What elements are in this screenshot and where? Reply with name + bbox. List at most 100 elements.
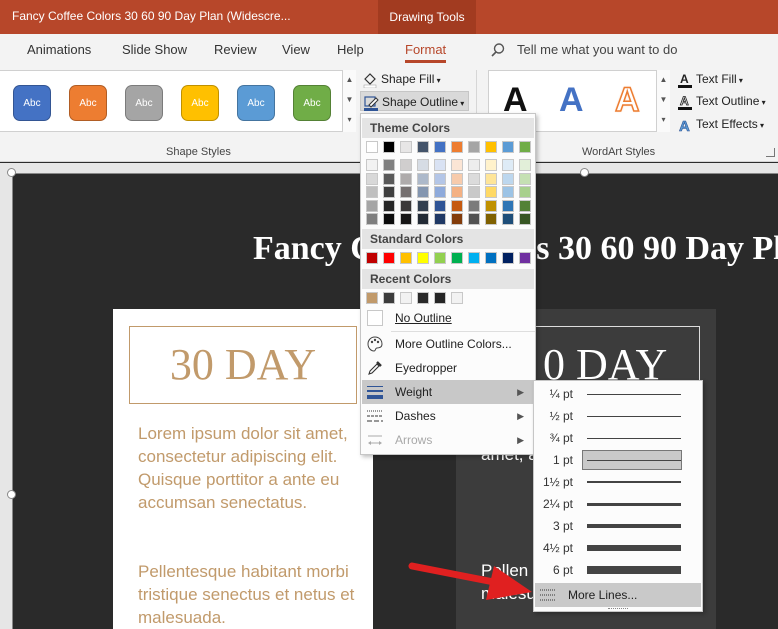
standard-color-swatch[interactable] bbox=[468, 252, 480, 264]
tab-view[interactable]: View bbox=[282, 42, 310, 57]
standard-color-swatch[interactable] bbox=[417, 252, 429, 264]
theme-shade-swatch[interactable] bbox=[519, 199, 531, 212]
theme-shade-swatch[interactable] bbox=[519, 213, 531, 225]
theme-shade-swatch[interactable] bbox=[383, 172, 395, 185]
standard-color-swatch[interactable] bbox=[383, 252, 395, 264]
theme-color-swatch[interactable] bbox=[468, 141, 480, 153]
standard-color-swatch[interactable] bbox=[400, 252, 412, 264]
wordart-scroll[interactable]: ▲ ▼ ▾ bbox=[656, 70, 670, 132]
theme-shade-swatch[interactable] bbox=[485, 159, 497, 171]
theme-color-swatch[interactable] bbox=[366, 141, 378, 153]
theme-shade-swatch[interactable] bbox=[417, 199, 429, 212]
theme-shade-swatch[interactable] bbox=[434, 186, 446, 198]
tab-animations[interactable]: Animations bbox=[27, 42, 91, 57]
theme-shade-swatch[interactable] bbox=[519, 159, 531, 171]
tab-review[interactable]: Review bbox=[214, 42, 257, 57]
more-outline-colors-item[interactable]: More Outline Colors... bbox=[362, 332, 534, 356]
theme-shade-swatch[interactable] bbox=[468, 159, 480, 171]
theme-shade-swatch[interactable] bbox=[451, 186, 463, 198]
shape-style-3[interactable]: Abc bbox=[125, 85, 163, 121]
selection-handle[interactable] bbox=[7, 490, 16, 499]
theme-shade-swatch[interactable] bbox=[502, 199, 514, 212]
theme-color-swatch[interactable] bbox=[485, 141, 497, 153]
theme-shade-swatch[interactable] bbox=[383, 159, 395, 171]
standard-color-swatch[interactable] bbox=[485, 252, 497, 264]
theme-shade-swatch[interactable] bbox=[519, 186, 531, 198]
eyedropper-item[interactable]: Eyedropper bbox=[362, 356, 534, 380]
theme-shade-swatch[interactable] bbox=[451, 172, 463, 185]
text-fill-button[interactable]: A Text Fill ▾ bbox=[677, 69, 743, 89]
shape-styles-scroll[interactable]: ▲ ▼ ▾ bbox=[342, 70, 356, 132]
arrows-item[interactable]: Arrows ▶ bbox=[362, 428, 534, 452]
tab-format[interactable]: Format bbox=[405, 42, 447, 63]
theme-shade-swatch[interactable] bbox=[468, 213, 480, 225]
wordart-style-orange[interactable]: A bbox=[614, 80, 640, 120]
gallery-expand-icon[interactable]: ▾ bbox=[657, 110, 670, 130]
theme-shade-swatch[interactable] bbox=[417, 213, 429, 225]
theme-shade-swatch[interactable] bbox=[417, 186, 429, 198]
standard-color-swatch[interactable] bbox=[502, 252, 514, 264]
theme-shade-swatch[interactable] bbox=[400, 172, 412, 185]
weight-option[interactable]: ½ pt bbox=[535, 405, 701, 427]
scroll-down-icon[interactable]: ▼ bbox=[657, 90, 670, 110]
gallery-expand-icon[interactable]: ▾ bbox=[343, 110, 356, 130]
theme-shade-swatch[interactable] bbox=[400, 159, 412, 171]
shape-fill-button[interactable]: Shape Fill ▾ bbox=[362, 69, 441, 89]
no-outline-item[interactable]: No Outline bbox=[362, 306, 534, 330]
shape-style-5[interactable]: Abc bbox=[237, 85, 275, 121]
theme-shade-swatch[interactable] bbox=[485, 172, 497, 185]
weight-item[interactable]: Weight ▶ bbox=[362, 380, 534, 404]
theme-shade-swatch[interactable] bbox=[451, 159, 463, 171]
theme-shade-swatch[interactable] bbox=[451, 213, 463, 225]
weight-option[interactable]: 6 pt bbox=[535, 559, 701, 581]
standard-color-swatch[interactable] bbox=[366, 252, 378, 264]
tell-me-search[interactable]: Tell me what you want to do bbox=[517, 42, 677, 57]
tab-slide-show[interactable]: Slide Show bbox=[122, 42, 187, 57]
theme-shade-swatch[interactable] bbox=[400, 213, 412, 225]
shape-style-6[interactable]: Abc bbox=[293, 85, 331, 121]
tab-help[interactable]: Help bbox=[337, 42, 364, 57]
theme-shade-swatch[interactable] bbox=[400, 186, 412, 198]
theme-shade-swatch[interactable] bbox=[502, 172, 514, 185]
theme-color-swatch[interactable] bbox=[383, 141, 395, 153]
theme-color-swatch[interactable] bbox=[434, 141, 446, 153]
standard-color-swatch[interactable] bbox=[451, 252, 463, 264]
standard-color-swatch[interactable] bbox=[434, 252, 446, 264]
weight-option[interactable]: 1 pt bbox=[535, 449, 701, 471]
theme-shade-swatch[interactable] bbox=[468, 172, 480, 185]
theme-shade-swatch[interactable] bbox=[434, 159, 446, 171]
recent-color-swatch[interactable] bbox=[417, 292, 429, 304]
weight-option[interactable]: 1½ pt bbox=[535, 471, 701, 493]
theme-shade-swatch[interactable] bbox=[502, 186, 514, 198]
theme-color-swatch[interactable] bbox=[417, 141, 429, 153]
theme-shade-swatch[interactable] bbox=[468, 186, 480, 198]
selection-handle[interactable] bbox=[580, 168, 589, 177]
dialog-launcher-icon[interactable] bbox=[766, 148, 775, 157]
theme-shade-swatch[interactable] bbox=[502, 213, 514, 225]
shape-outline-button[interactable]: Shape Outline ▾ bbox=[360, 91, 470, 111]
selection-handle[interactable] bbox=[7, 168, 16, 177]
theme-shade-swatch[interactable] bbox=[485, 199, 497, 212]
theme-shade-swatch[interactable] bbox=[434, 172, 446, 185]
theme-shade-swatch[interactable] bbox=[468, 199, 480, 212]
theme-shade-swatch[interactable] bbox=[366, 213, 378, 225]
theme-shade-swatch[interactable] bbox=[400, 199, 412, 212]
recent-color-swatch[interactable] bbox=[434, 292, 446, 304]
resize-grip-icon[interactable] bbox=[608, 608, 628, 611]
weight-option[interactable]: ¼ pt bbox=[535, 383, 701, 405]
scroll-up-icon[interactable]: ▲ bbox=[657, 70, 670, 90]
dashes-item[interactable]: Dashes ▶ bbox=[362, 404, 534, 428]
theme-shade-swatch[interactable] bbox=[417, 159, 429, 171]
theme-color-swatch[interactable] bbox=[400, 141, 412, 153]
recent-color-swatch[interactable] bbox=[366, 292, 378, 304]
shape-style-2[interactable]: Abc bbox=[69, 85, 107, 121]
theme-shade-swatch[interactable] bbox=[417, 172, 429, 185]
theme-color-swatch[interactable] bbox=[451, 141, 463, 153]
weight-option[interactable]: 3 pt bbox=[535, 515, 701, 537]
scroll-down-icon[interactable]: ▼ bbox=[343, 90, 356, 110]
theme-shade-swatch[interactable] bbox=[366, 172, 378, 185]
theme-shade-swatch[interactable] bbox=[366, 186, 378, 198]
shape-style-4[interactable]: Abc bbox=[181, 85, 219, 121]
theme-color-swatch[interactable] bbox=[502, 141, 514, 153]
text-outline-button[interactable]: A Text Outline ▾ bbox=[677, 91, 766, 111]
